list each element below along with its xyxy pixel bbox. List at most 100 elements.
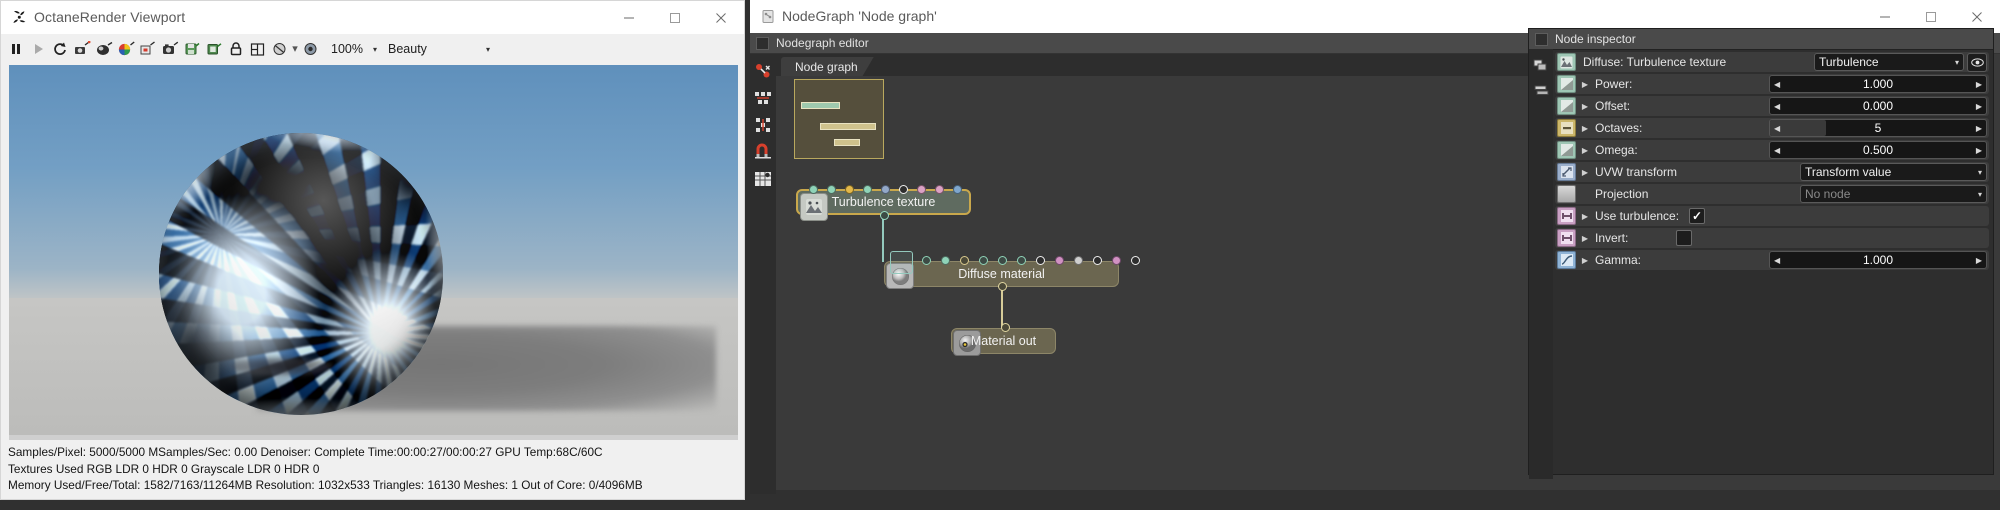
lock-resolution-icon[interactable] [225,38,246,60]
inspector-slider-omega[interactable]: ◀ 0.500 ▶ [1769,141,1987,159]
camera-focus-icon[interactable] [71,38,92,60]
inspector-combo-uvw-transform[interactable]: Transform value ▾ [1800,163,1987,181]
film-settings-icon[interactable] [93,38,114,60]
render-pass-select[interactable]: Beauty ▾ [386,39,494,59]
node-material-out[interactable]: Material out [951,323,1056,356]
pin-in-0[interactable] [809,185,818,194]
pin-in-3[interactable] [979,256,988,265]
viewport-close-button[interactable] [698,1,744,34]
expand-triangle-icon[interactable]: ▶ [1579,80,1591,89]
nodegraph-root-icon[interactable] [752,59,774,83]
expand-triangle-icon[interactable]: ▶ [1579,212,1591,221]
pin-in-8[interactable] [953,185,962,194]
save-image-icon[interactable] [181,38,202,60]
pin-in-8[interactable] [1074,256,1083,265]
save-render-layers-icon[interactable] [203,38,224,60]
grid-snap-icon[interactable] [752,167,774,191]
align-horizontal-icon[interactable] [752,86,774,110]
restart-render-icon[interactable] [49,38,70,60]
node-diffuse-material[interactable]: Diffuse material [884,251,1140,291]
pin-in-2[interactable] [845,185,854,194]
viewport-maximize-button[interactable] [652,1,698,34]
node-turbulence-texture[interactable]: Turbulence texture [796,185,971,221]
inspector-slider-power[interactable]: ◀ 1.000 ▶ [1769,75,1987,93]
expand-triangle-icon[interactable]: ▶ [1579,256,1591,265]
increment-arrow-icon[interactable]: ▶ [1972,124,1986,133]
inspector-row-invert[interactable]: ▶ Invert: [1555,228,1989,248]
zoom-dropdown-caret[interactable]: ▾ [367,45,385,54]
expand-triangle-icon[interactable]: ▶ [1579,168,1591,177]
align-vertical-icon[interactable] [752,113,774,137]
copy-stack-icon[interactable] [1531,55,1551,77]
inspector-slider-octaves[interactable]: ◀ 5 ▶ [1769,119,1987,137]
inspector-row-power[interactable]: ▶ Power: ◀ 1.000 ▶ [1555,74,1989,94]
chevron-down-icon[interactable]: ▾ [1955,58,1959,67]
pin-in-5[interactable] [1017,256,1026,265]
zoom-level-control[interactable]: 100% ▾ [327,39,385,59]
pin-in-1[interactable] [827,185,836,194]
chevron-down-icon[interactable]: ▾ [1978,190,1982,199]
inspector-collapse-icon[interactable] [1535,32,1548,46]
pin-in-6[interactable] [917,185,926,194]
panel-collapse-icon[interactable] [756,36,769,50]
increment-arrow-icon[interactable]: ▶ [1972,80,1986,89]
increment-arrow-icon[interactable]: ▶ [1972,102,1986,111]
inspector-row-uvw-transform[interactable]: ▶ UVW transform Transform value ▾ [1555,162,1989,182]
clay-mode-dropdown-caret[interactable]: ▾ [291,43,299,55]
clay-mode-icon[interactable] [269,38,290,60]
pin-in-7[interactable] [1055,256,1064,265]
inspector-row-octaves[interactable]: ▶ Octaves: ◀ 5 ▶ [1555,118,1989,138]
pin-in-1[interactable] [941,256,950,265]
inspector-row-projection[interactable]: Projection No node ▾ [1555,184,1989,204]
layers-icon[interactable] [1531,79,1551,101]
magnet-snap-icon[interactable] [752,140,774,164]
viewport-minimize-button[interactable] [606,1,652,34]
inspector-row-offset[interactable]: ▶ Offset: ◀ 0.000 ▶ [1555,96,1989,116]
pin-in-0[interactable] [922,256,931,265]
inspector-slider-offset[interactable]: ◀ 0.000 ▶ [1769,97,1987,115]
inspector-label-offset: Offset: [1595,99,1631,113]
inspector-type-dropdown[interactable]: Turbulence ▾ [1814,53,1964,71]
inspector-row-use-turbulence[interactable]: ▶ Use turbulence: ✓ [1555,206,1989,226]
nodegraph-minimap[interactable] [794,79,884,159]
pin-out[interactable] [880,211,889,220]
increment-arrow-icon[interactable]: ▶ [1972,256,1986,265]
pin-in-4[interactable] [998,256,1007,265]
expand-triangle-icon[interactable]: ▶ [1579,102,1591,111]
pause-icon[interactable] [5,38,26,60]
pin-in-7[interactable] [935,185,944,194]
render-preview[interactable] [9,65,738,435]
inspector-combo-projection[interactable]: No node ▾ [1800,185,1987,203]
expand-triangle-icon[interactable]: ▶ [1579,234,1591,243]
inspector-slider-gamma[interactable]: ◀ 1.000 ▶ [1769,251,1987,269]
pin-out[interactable] [998,282,1007,291]
pin-in-11[interactable] [1131,256,1140,265]
camera-response-icon[interactable] [159,38,180,60]
expand-triangle-icon[interactable]: ▶ [1579,146,1591,155]
inspector-checkbox-invert[interactable] [1676,230,1693,246]
pin-in-top[interactable] [1001,323,1010,332]
visibility-eye-icon[interactable] [1967,52,1987,72]
minimap-node-bar [820,123,876,130]
color-picker-icon[interactable] [115,38,136,60]
pin-in-2[interactable] [960,256,969,265]
pin-in-6[interactable] [1036,256,1045,265]
zoom-fit-icon[interactable] [300,38,321,60]
region-render-icon[interactable] [137,38,158,60]
pin-in-5[interactable] [899,185,908,194]
gradient-icon [1557,75,1576,93]
render-pass-caret[interactable]: ▾ [486,45,494,54]
chevron-down-icon[interactable]: ▾ [1978,168,1982,177]
pin-in-3[interactable] [863,185,872,194]
expand-triangle-icon[interactable]: ▶ [1579,124,1591,133]
pin-in-10[interactable] [1112,256,1121,265]
inspector-row-gamma[interactable]: ▶ Gamma: ◀ 1.000 ▶ [1555,250,1989,270]
pin-in-4[interactable] [881,185,890,194]
tab-node-graph[interactable]: Node graph [781,57,874,76]
inspector-row-omega[interactable]: ▶ Omega: ◀ 0.500 ▶ [1555,140,1989,160]
pin-in-9[interactable] [1093,256,1102,265]
inspector-checkbox-use-turbulence[interactable]: ✓ [1689,208,1706,224]
play-icon[interactable] [27,38,48,60]
increment-arrow-icon[interactable]: ▶ [1972,146,1986,155]
grid-icon[interactable] [247,38,268,60]
